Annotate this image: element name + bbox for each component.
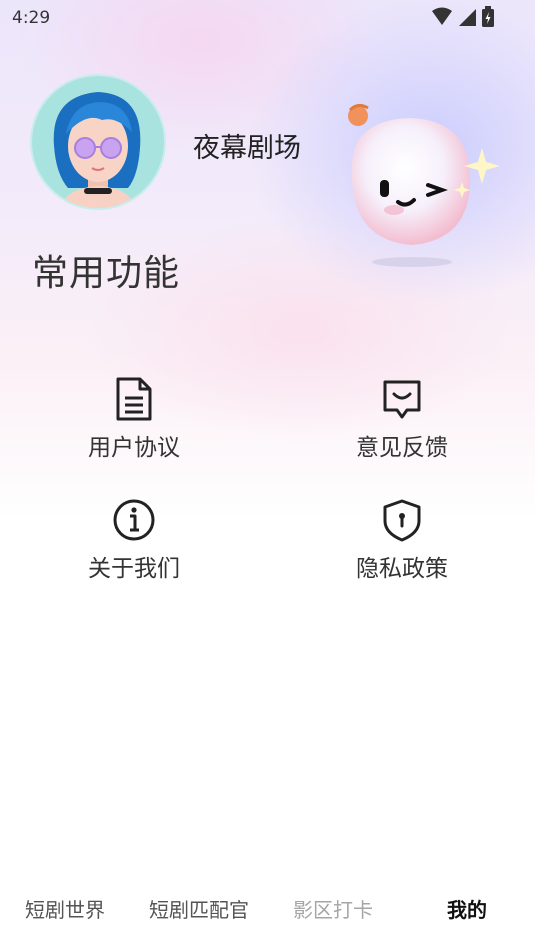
function-label: 意见反馈 bbox=[356, 435, 448, 461]
status-time: 4:29 bbox=[12, 8, 51, 28]
function-label: 隐私政策 bbox=[356, 556, 448, 582]
function-label: 用户协议 bbox=[88, 435, 180, 461]
status-bar: 4:29 bbox=[0, 0, 535, 36]
function-privacy-policy[interactable]: 隐私政策 bbox=[322, 497, 482, 583]
mascot-illustration bbox=[348, 103, 500, 267]
function-about-us[interactable]: 关于我们 bbox=[54, 497, 214, 583]
signal-icon bbox=[459, 9, 476, 26]
battery-icon bbox=[482, 6, 494, 27]
document-icon bbox=[116, 377, 152, 421]
tab-mine[interactable]: 我的 bbox=[447, 894, 487, 923]
feedback-icon bbox=[383, 380, 421, 419]
info-icon bbox=[113, 499, 155, 541]
function-user-agreement[interactable]: 用户协议 bbox=[54, 376, 214, 462]
avatar[interactable] bbox=[30, 74, 166, 210]
avatar-illustration bbox=[32, 76, 164, 208]
username: 夜幕剧场 bbox=[193, 133, 301, 164]
shield-icon bbox=[383, 499, 421, 542]
wifi-icon bbox=[432, 7, 452, 25]
tab-drama-matcher[interactable]: 短剧匹配官 bbox=[149, 894, 249, 923]
function-feedback[interactable]: 意见反馈 bbox=[322, 376, 482, 462]
bottom-tab-bar: 短剧世界 短剧匹配官 影区打卡 我的 bbox=[0, 880, 535, 940]
tab-drama-world[interactable]: 短剧世界 bbox=[25, 894, 105, 923]
section-title: 常用功能 bbox=[32, 253, 181, 294]
function-label: 关于我们 bbox=[88, 556, 180, 582]
tab-checkin[interactable]: 影区打卡 bbox=[293, 894, 373, 923]
